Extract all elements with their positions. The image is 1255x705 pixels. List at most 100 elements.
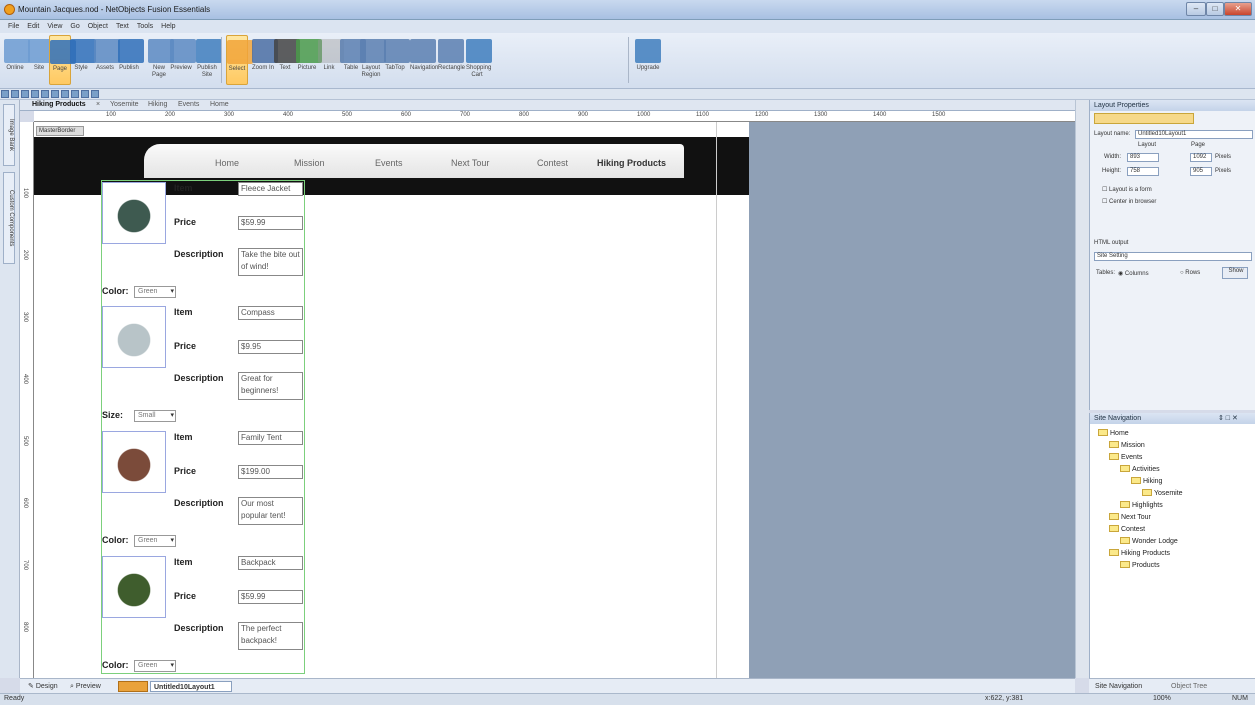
cart-ribbon-button[interactable]: Shopping Cart xyxy=(466,35,492,85)
columns-radio[interactable]: ◉ Columns xyxy=(1118,270,1149,277)
site-navigation-tab[interactable]: Site Navigation xyxy=(1095,681,1142,692)
option-select[interactable]: Green xyxy=(134,535,176,547)
option-select[interactable]: Green xyxy=(134,286,176,298)
menu-tools[interactable]: Tools xyxy=(137,20,153,33)
option-select[interactable]: Green xyxy=(134,660,176,672)
tree-node-wonder-lodge[interactable]: Wonder Lodge xyxy=(1120,537,1178,545)
align-icon[interactable] xyxy=(1,90,9,98)
panel-controls[interactable]: ⇕ □ ✕ xyxy=(1218,414,1238,422)
tab-yosemite[interactable]: Yosemite xyxy=(110,101,139,108)
order-icon[interactable] xyxy=(61,90,69,98)
menu-file[interactable]: File xyxy=(8,20,19,33)
text-T-ribbon-button[interactable]: Text xyxy=(274,35,300,85)
option-select[interactable]: Small xyxy=(134,410,176,422)
preview-ribbon-button[interactable]: Preview xyxy=(170,35,196,85)
layout-select[interactable]: Untitled10Layout1 xyxy=(150,681,232,692)
layout-width-input[interactable]: 893 xyxy=(1127,153,1159,162)
page-width-input[interactable]: 1092 xyxy=(1190,153,1212,162)
vertical-scrollbar[interactable] xyxy=(1075,100,1089,678)
tab-home[interactable]: Home xyxy=(210,101,229,108)
guides-icon[interactable] xyxy=(21,90,29,98)
layout-region-ribbon-button[interactable]: Layout Region xyxy=(360,35,386,85)
tab-hiking[interactable]: Hiking xyxy=(148,101,167,108)
tree-node-hiking-products[interactable]: Hiking Products xyxy=(1109,549,1170,557)
page-canvas[interactable]: MasterBorder Home Mission Events Next To… xyxy=(34,122,1075,678)
link-ribbon-button[interactable]: Link xyxy=(318,35,344,85)
menu-edit[interactable]: Edit xyxy=(27,20,39,33)
layout-height-input[interactable]: 758 xyxy=(1127,167,1159,176)
upgrade-ribbon-button[interactable]: Upgrade xyxy=(635,35,661,85)
html-output-select[interactable]: Site Setting xyxy=(1094,252,1252,261)
tree-node-yosemite[interactable]: Yosemite xyxy=(1142,489,1183,497)
object-tree-tab[interactable]: Object Tree xyxy=(1171,681,1207,692)
image-bank-tab[interactable]: Image Bank xyxy=(3,104,15,166)
nav-next-tour[interactable]: Next Tour xyxy=(451,158,489,168)
page-ribbon-button[interactable]: Page xyxy=(49,35,76,85)
menu-object[interactable]: Object xyxy=(88,20,108,33)
tree-node-hiking[interactable]: Hiking xyxy=(1131,477,1162,485)
item-name-field[interactable]: Family Tent xyxy=(238,431,303,445)
menu-go[interactable]: Go xyxy=(70,20,79,33)
description-field[interactable]: The perfect backpack! xyxy=(238,622,303,650)
item-name-field[interactable]: Fleece Jacket xyxy=(238,182,303,196)
grid-icon[interactable] xyxy=(11,90,19,98)
monitor-ribbon-button[interactable]: Online xyxy=(4,35,30,85)
table-ribbon-button[interactable]: Table xyxy=(340,35,366,85)
distribute-icon[interactable] xyxy=(71,90,79,98)
new-page-ribbon-button[interactable]: New Page xyxy=(148,35,174,85)
tree-node-products[interactable]: Products xyxy=(1120,561,1160,569)
tab-events[interactable]: Events xyxy=(178,101,199,108)
price-field[interactable]: $59.99 xyxy=(238,590,303,604)
price-field[interactable]: $199.00 xyxy=(238,465,303,479)
arrow-cursor-ribbon-button[interactable]: Select xyxy=(226,35,253,85)
tree-node-activities[interactable]: Activities xyxy=(1120,465,1160,473)
menu-help[interactable]: Help xyxy=(161,20,175,33)
price-field[interactable]: $9.95 xyxy=(238,340,303,354)
layout-colors-icon[interactable] xyxy=(118,681,148,692)
menu-view[interactable]: View xyxy=(47,20,62,33)
layout-form-checkbox[interactable]: ☐ Layout is a form xyxy=(1102,186,1152,193)
group-icon[interactable] xyxy=(51,90,59,98)
design-tab[interactable]: ✎ Design xyxy=(28,681,58,692)
tab-close-icon[interactable]: × xyxy=(96,101,100,108)
tree-node-highlights[interactable]: Highlights xyxy=(1120,501,1163,509)
snap-icon[interactable] xyxy=(41,90,49,98)
assets-ribbon-button[interactable]: Assets xyxy=(94,35,120,85)
rectangle-ribbon-button[interactable]: Rectangle xyxy=(438,35,465,85)
close-button[interactable]: ✕ xyxy=(1224,2,1252,16)
nav-events[interactable]: Events xyxy=(375,158,403,168)
rows-radio[interactable]: ○ Rows xyxy=(1180,270,1200,276)
zoom-ribbon-button[interactable]: Zoom In xyxy=(252,35,278,85)
site-ribbon-button[interactable]: Site xyxy=(28,35,54,85)
publish-site-ribbon-button[interactable]: Publish Site xyxy=(196,35,222,85)
more-tools-icon[interactable] xyxy=(91,90,99,98)
tree-node-next-tour[interactable]: Next Tour xyxy=(1109,513,1151,521)
maximize-button[interactable]: □ xyxy=(1206,2,1224,16)
page-height-input[interactable]: 905 xyxy=(1190,167,1212,176)
tree-node-home[interactable]: Home xyxy=(1098,429,1129,437)
item-name-field[interactable]: Backpack xyxy=(238,556,303,570)
nav-home[interactable]: Home xyxy=(215,158,239,168)
publish-cloud-ribbon-button[interactable]: Publish xyxy=(118,35,144,85)
show-button[interactable]: Show xyxy=(1222,267,1248,279)
style-brush-ribbon-button[interactable]: Style xyxy=(70,35,96,85)
minimize-button[interactable]: – xyxy=(1186,2,1206,16)
preview-tab[interactable]: ⌕ Preview xyxy=(70,681,101,692)
layout-name-input[interactable]: Untitled10Layout1 xyxy=(1135,130,1253,139)
description-field[interactable]: Great for beginners! xyxy=(238,372,303,400)
description-field[interactable]: Our most popular tent! xyxy=(238,497,303,525)
item-name-field[interactable]: Compass xyxy=(238,306,303,320)
menu-text[interactable]: Text xyxy=(116,20,129,33)
picture-ribbon-button[interactable]: Picture xyxy=(296,35,322,85)
tabtop-ribbon-button[interactable]: TabTop xyxy=(384,35,410,85)
tree-node-events[interactable]: Events xyxy=(1109,453,1142,461)
tree-node-mission[interactable]: Mission xyxy=(1109,441,1145,449)
properties-toolbar[interactable] xyxy=(1094,113,1194,124)
nav-contest[interactable]: Contest xyxy=(537,158,568,168)
layers-icon[interactable] xyxy=(31,90,39,98)
nav-mission[interactable]: Mission xyxy=(294,158,325,168)
tab-hiking-products[interactable]: Hiking Products xyxy=(32,101,86,108)
size-icon[interactable] xyxy=(81,90,89,98)
tree-node-contest[interactable]: Contest xyxy=(1109,525,1145,533)
description-field[interactable]: Take the bite out of wind! xyxy=(238,248,303,276)
